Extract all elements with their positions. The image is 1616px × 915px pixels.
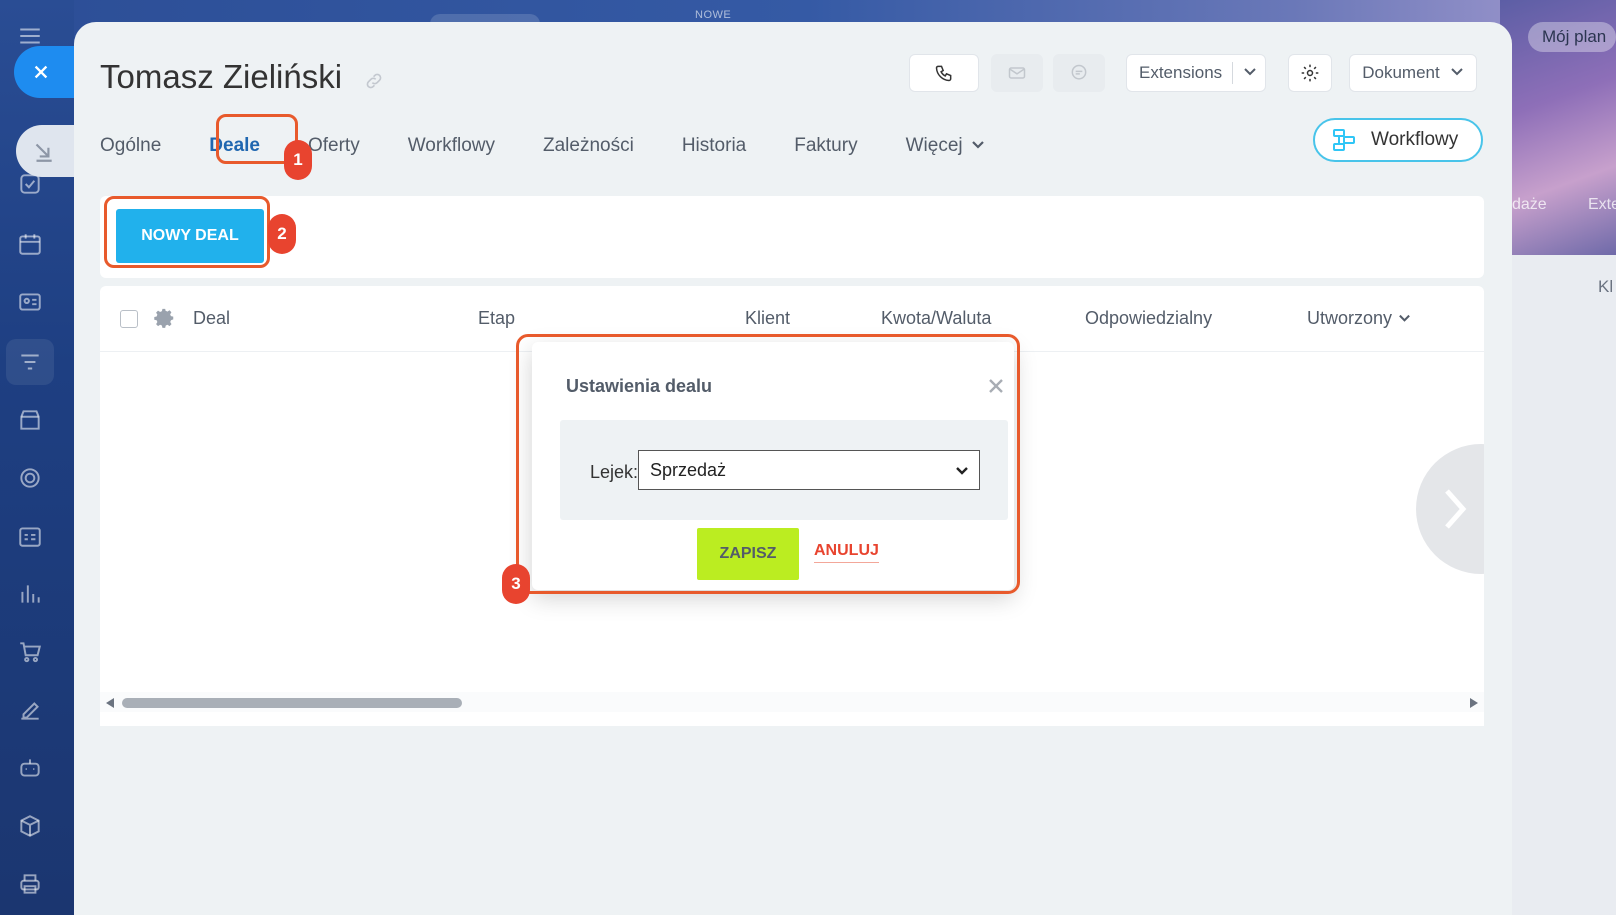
scrollbar-thumb[interactable] [122, 698, 462, 708]
deals-toolbar: NOWY DEAL [100, 196, 1484, 278]
schedule-icon[interactable] [14, 520, 46, 552]
background-tab[interactable]: daże [1512, 190, 1547, 220]
dialog-highlight-frame [516, 334, 1020, 594]
tab-invoices[interactable]: Faktury [794, 135, 857, 157]
call-button[interactable] [909, 54, 979, 92]
tab-dependencies[interactable]: Zależności [543, 135, 634, 157]
email-button[interactable] [991, 54, 1043, 92]
tab-workflows[interactable]: Workflowy [408, 135, 495, 157]
background-plan-button[interactable]: Mój plan [1528, 22, 1616, 52]
scroll-left-icon[interactable] [106, 698, 114, 708]
column-header-created[interactable]: Utworzony [1307, 308, 1411, 329]
workflow-icon [1333, 129, 1355, 151]
tab-quotes[interactable]: Oferty [308, 135, 360, 157]
robot-icon[interactable] [14, 752, 46, 784]
analytics-icon[interactable] [14, 578, 46, 610]
tab-general[interactable]: Ogólne [100, 135, 161, 157]
close-icon [34, 65, 48, 79]
column-header-created-label: Utworzony [1307, 308, 1393, 328]
mail-icon [1008, 67, 1026, 79]
box-icon[interactable] [14, 810, 46, 842]
background-tab[interactable]: Exte [1588, 190, 1616, 220]
chevron-down-icon [971, 135, 985, 157]
step-badge-1: 1 [284, 140, 312, 180]
sign-icon[interactable] [14, 694, 46, 726]
tab-history[interactable]: Historia [682, 135, 746, 157]
calendar-icon[interactable] [14, 228, 46, 260]
target-icon[interactable] [14, 462, 46, 494]
document-button[interactable]: Dokument [1349, 54, 1477, 92]
cart-icon[interactable] [14, 636, 46, 668]
link-icon[interactable] [364, 71, 384, 91]
workflows-button-label: Workflowy [1371, 129, 1459, 150]
phone-icon [935, 65, 952, 82]
divider [1232, 62, 1234, 84]
chat-icon [1071, 64, 1087, 80]
chevron-down-icon [1398, 308, 1411, 329]
column-header-client[interactable]: Klient [745, 308, 790, 329]
tab-more-label: Więcej [905, 135, 963, 156]
step-badge-2: 2 [268, 214, 296, 254]
background-hint: NOWE [695, 9, 732, 21]
column-header-amount[interactable]: Kwota/Waluta [881, 308, 991, 329]
extensions-label: Extensions [1139, 63, 1223, 82]
funnel-icon[interactable] [14, 346, 46, 378]
button-highlight-frame [104, 196, 270, 268]
printer-icon[interactable] [14, 868, 46, 900]
scroll-right-icon[interactable] [1470, 698, 1478, 708]
page-title: Tomasz Zieliński [100, 58, 343, 95]
gear-icon[interactable] [154, 307, 176, 329]
store-icon[interactable] [14, 404, 46, 436]
contact-card-icon[interactable] [14, 286, 46, 318]
settings-button[interactable] [1288, 54, 1332, 92]
horizontal-scrollbar[interactable] [100, 692, 1484, 712]
background-label: Kl [1598, 277, 1614, 296]
chevron-down-icon [1243, 63, 1257, 83]
extensions-button[interactable]: Extensions [1126, 54, 1266, 92]
column-header-responsible[interactable]: Odpowiedzialny [1085, 308, 1212, 329]
document-label: Dokument [1362, 63, 1440, 82]
chevron-down-icon [1450, 63, 1464, 83]
contact-panel: Tomasz Zieliński Extensions Dokument Ogó… [74, 22, 1512, 915]
workflows-button[interactable]: Workflowy [1313, 118, 1483, 162]
arrow-down-right-icon [35, 143, 52, 162]
column-header-deal[interactable]: Deal [193, 308, 230, 329]
tab-more[interactable]: Więcej [906, 135, 985, 157]
select-all-checkbox[interactable] [120, 310, 138, 328]
step-badge-3: 3 [502, 564, 530, 604]
chevron-right-icon [1445, 489, 1467, 529]
chat-button[interactable] [1053, 54, 1105, 92]
gear-icon [1301, 64, 1319, 82]
next-page-button[interactable] [1416, 444, 1484, 574]
column-header-stage[interactable]: Etap [478, 308, 515, 329]
